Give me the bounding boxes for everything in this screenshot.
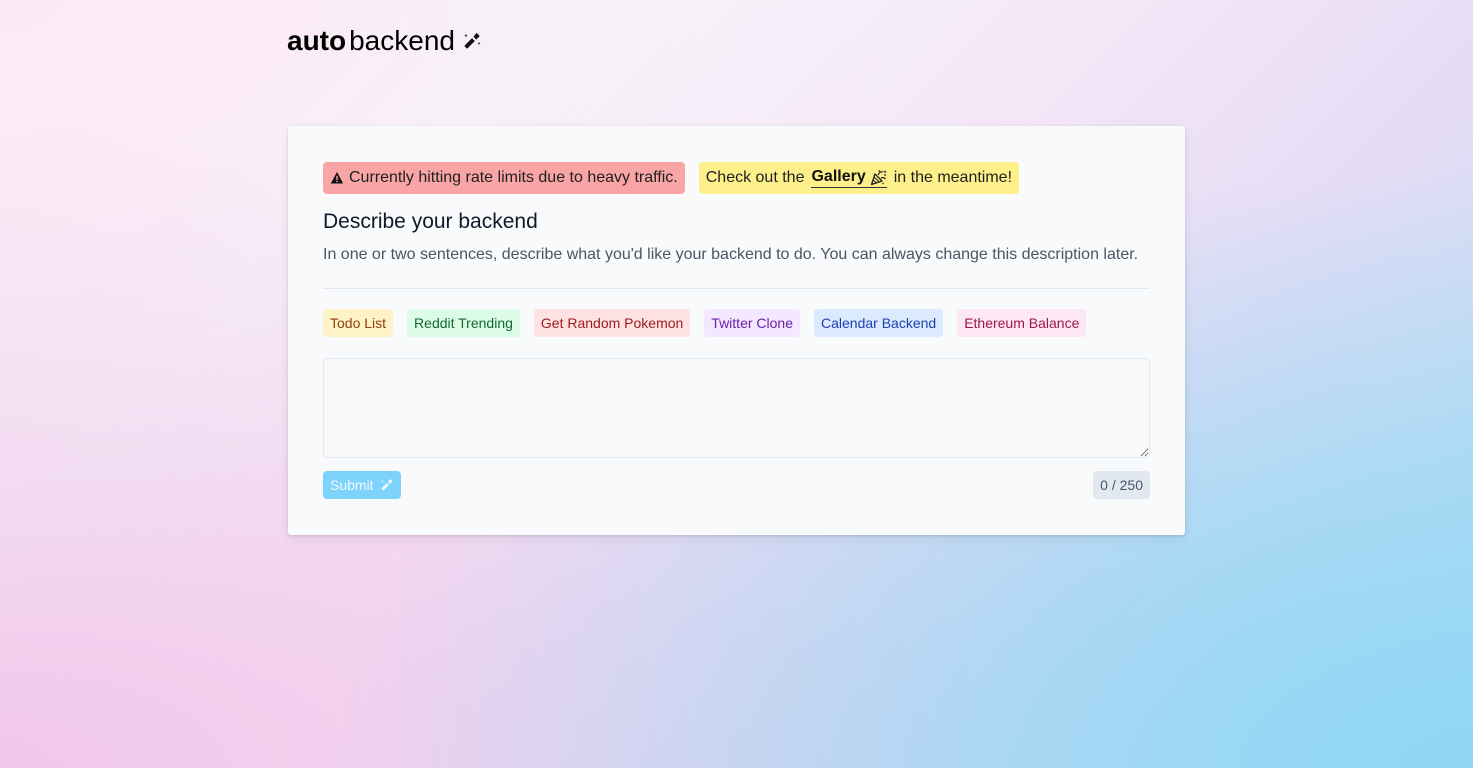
example-chip-twitter-clone[interactable]: Twitter Clone bbox=[704, 309, 800, 337]
form-actions-row: Submit 0 / 250 bbox=[323, 471, 1150, 499]
gallery-alert: Check out the Gallery in the meantime! bbox=[698, 162, 1020, 194]
alerts-row: Currently hitting rate limits due to hea… bbox=[323, 162, 1150, 194]
gallery-suffix-text: in the meantime! bbox=[893, 169, 1013, 186]
describe-backend-card: Currently hitting rate limits due to hea… bbox=[288, 126, 1185, 535]
warning-icon bbox=[330, 171, 344, 185]
form-heading: Describe your backend bbox=[323, 210, 538, 233]
rate-limit-alert: Currently hitting rate limits due to hea… bbox=[323, 162, 685, 194]
example-chips: Todo List Reddit Trending Get Random Pok… bbox=[323, 309, 1150, 337]
form-description: In one or two sentences, describe what y… bbox=[323, 246, 1139, 263]
gallery-link-label: Gallery bbox=[811, 168, 866, 185]
submit-label: Submit bbox=[330, 477, 374, 493]
app-logo[interactable]: auto backend bbox=[287, 24, 482, 58]
gallery-link[interactable]: Gallery bbox=[811, 168, 887, 188]
logo-text-bold: auto bbox=[287, 25, 347, 56]
party-popper-icon bbox=[870, 169, 887, 186]
magic-wand-icon bbox=[462, 31, 482, 51]
example-chip-get-random-pokemon[interactable]: Get Random Pokemon bbox=[533, 309, 691, 337]
divider bbox=[323, 288, 1150, 289]
magic-wand-icon bbox=[380, 478, 394, 492]
backend-description-input[interactable] bbox=[323, 358, 1150, 458]
description-input-wrapper bbox=[323, 358, 1150, 458]
logo-text-regular: backend bbox=[349, 25, 455, 56]
rate-limit-text: Currently hitting rate limits due to hea… bbox=[349, 169, 678, 186]
gallery-prefix-text: Check out the bbox=[705, 169, 805, 186]
example-chip-calendar-backend[interactable]: Calendar Backend bbox=[814, 309, 944, 337]
example-chip-todo-list[interactable]: Todo List bbox=[323, 309, 394, 337]
example-chip-reddit-trending[interactable]: Reddit Trending bbox=[407, 309, 520, 337]
submit-button[interactable]: Submit bbox=[323, 471, 401, 499]
character-counter: 0 / 250 bbox=[1093, 471, 1150, 499]
example-chip-ethereum-balance[interactable]: Ethereum Balance bbox=[957, 309, 1087, 337]
